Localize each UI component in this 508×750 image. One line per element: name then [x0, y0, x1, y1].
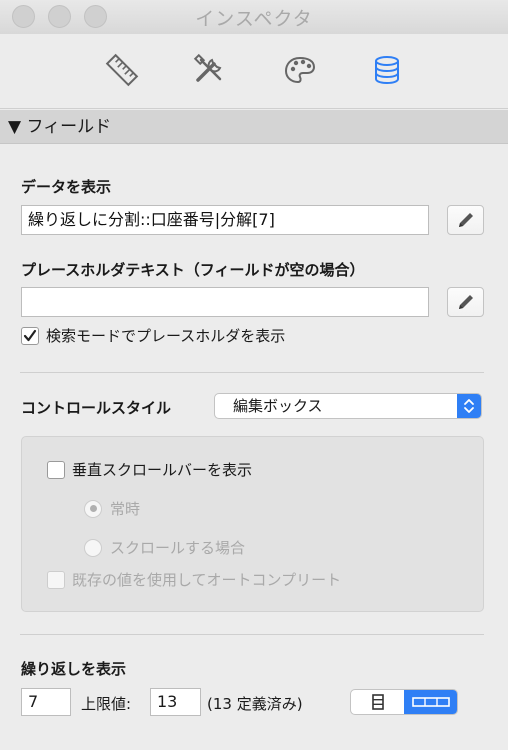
ruler-icon [105, 53, 139, 87]
upper-limit-label: 上限値: [81, 695, 132, 713]
radio-always [84, 499, 102, 518]
repetition-from-field[interactable]: 7 [21, 688, 71, 716]
control-style-label: コントロールスタイル [21, 399, 172, 417]
title-bar: インスペクタ [0, 0, 508, 34]
radio-always-row: 常時 [84, 498, 140, 519]
show-placeholder-in-find-label: 検索モードでプレースホルダを表示 [46, 327, 286, 345]
inspector-toolbar [0, 34, 508, 109]
vertical-orientation-button[interactable] [351, 690, 404, 714]
edit-display-data-button[interactable] [447, 205, 484, 235]
vertical-scrollbar-label: 垂直スクロールバーを表示 [72, 461, 253, 479]
window-title: インスペクタ [195, 8, 313, 30]
tab-data[interactable] [367, 50, 407, 90]
autocomplete-row: 既存の値を使用してオートコンプリート [47, 569, 341, 590]
vertical-scrollbar-row[interactable]: 垂直スクロールバーを表示 [47, 459, 252, 480]
repetition-orientation-control[interactable] [350, 689, 458, 715]
control-style-popup[interactable]: 編集ボックス [214, 393, 482, 419]
placeholder-label: プレースホルダテキスト（フィールドが空の場合） [21, 261, 365, 279]
control-style-value: 編集ボックス [233, 397, 323, 415]
radio-when-scrolling [84, 538, 102, 557]
vertical-rows-icon [371, 694, 384, 710]
pencil-icon [458, 213, 473, 227]
show-placeholder-in-find-row[interactable]: 検索モードでプレースホルダを表示 [21, 325, 285, 346]
autocomplete-label: 既存の値を使用してオートコンプリート [72, 571, 342, 589]
show-placeholder-in-find-checkbox[interactable] [21, 326, 39, 345]
divider [20, 372, 484, 373]
palette-icon [284, 56, 316, 84]
edit-box-options-group: 垂直スクロールバーを表示 常時 スクロールする場合 既存の値を使用してオートコン… [21, 436, 484, 612]
defined-count-note: (13 定義済み) [207, 695, 303, 713]
radio-when-scrolling-row: スクロールする場合 [84, 537, 245, 558]
display-data-label: データを表示 [21, 178, 112, 196]
horizontal-columns-icon [411, 697, 450, 707]
tab-styles[interactable] [190, 50, 230, 90]
edit-placeholder-button[interactable] [447, 287, 484, 317]
section-header-field[interactable]: ▼ フィールド [0, 110, 508, 144]
radio-always-label: 常時 [110, 500, 141, 518]
vertical-scrollbar-checkbox[interactable] [47, 460, 65, 479]
popup-arrows-icon [457, 394, 481, 418]
checkmark-icon [23, 329, 37, 341]
tab-position[interactable] [102, 50, 142, 90]
tab-appearance[interactable] [280, 50, 320, 90]
database-icon [375, 56, 399, 85]
tools-icon [193, 53, 222, 82]
display-data-field[interactable]: 繰り返しに分割::口座番号|分解[7] [21, 205, 429, 235]
upper-limit-field[interactable]: 13 [150, 688, 201, 716]
divider [20, 634, 484, 635]
autocomplete-checkbox [47, 570, 65, 589]
repetitions-label: 繰り返しを表示 [21, 660, 127, 678]
pencil-icon [458, 295, 473, 309]
placeholder-field[interactable] [21, 287, 429, 317]
inspector-window: インスペクタ ▼ フィールド データを表示 繰り返しに分割::口座番号|分解[7… [0, 0, 508, 750]
horizontal-orientation-button[interactable] [404, 690, 457, 714]
radio-when-scrolling-label: スクロールする場合 [110, 539, 246, 557]
